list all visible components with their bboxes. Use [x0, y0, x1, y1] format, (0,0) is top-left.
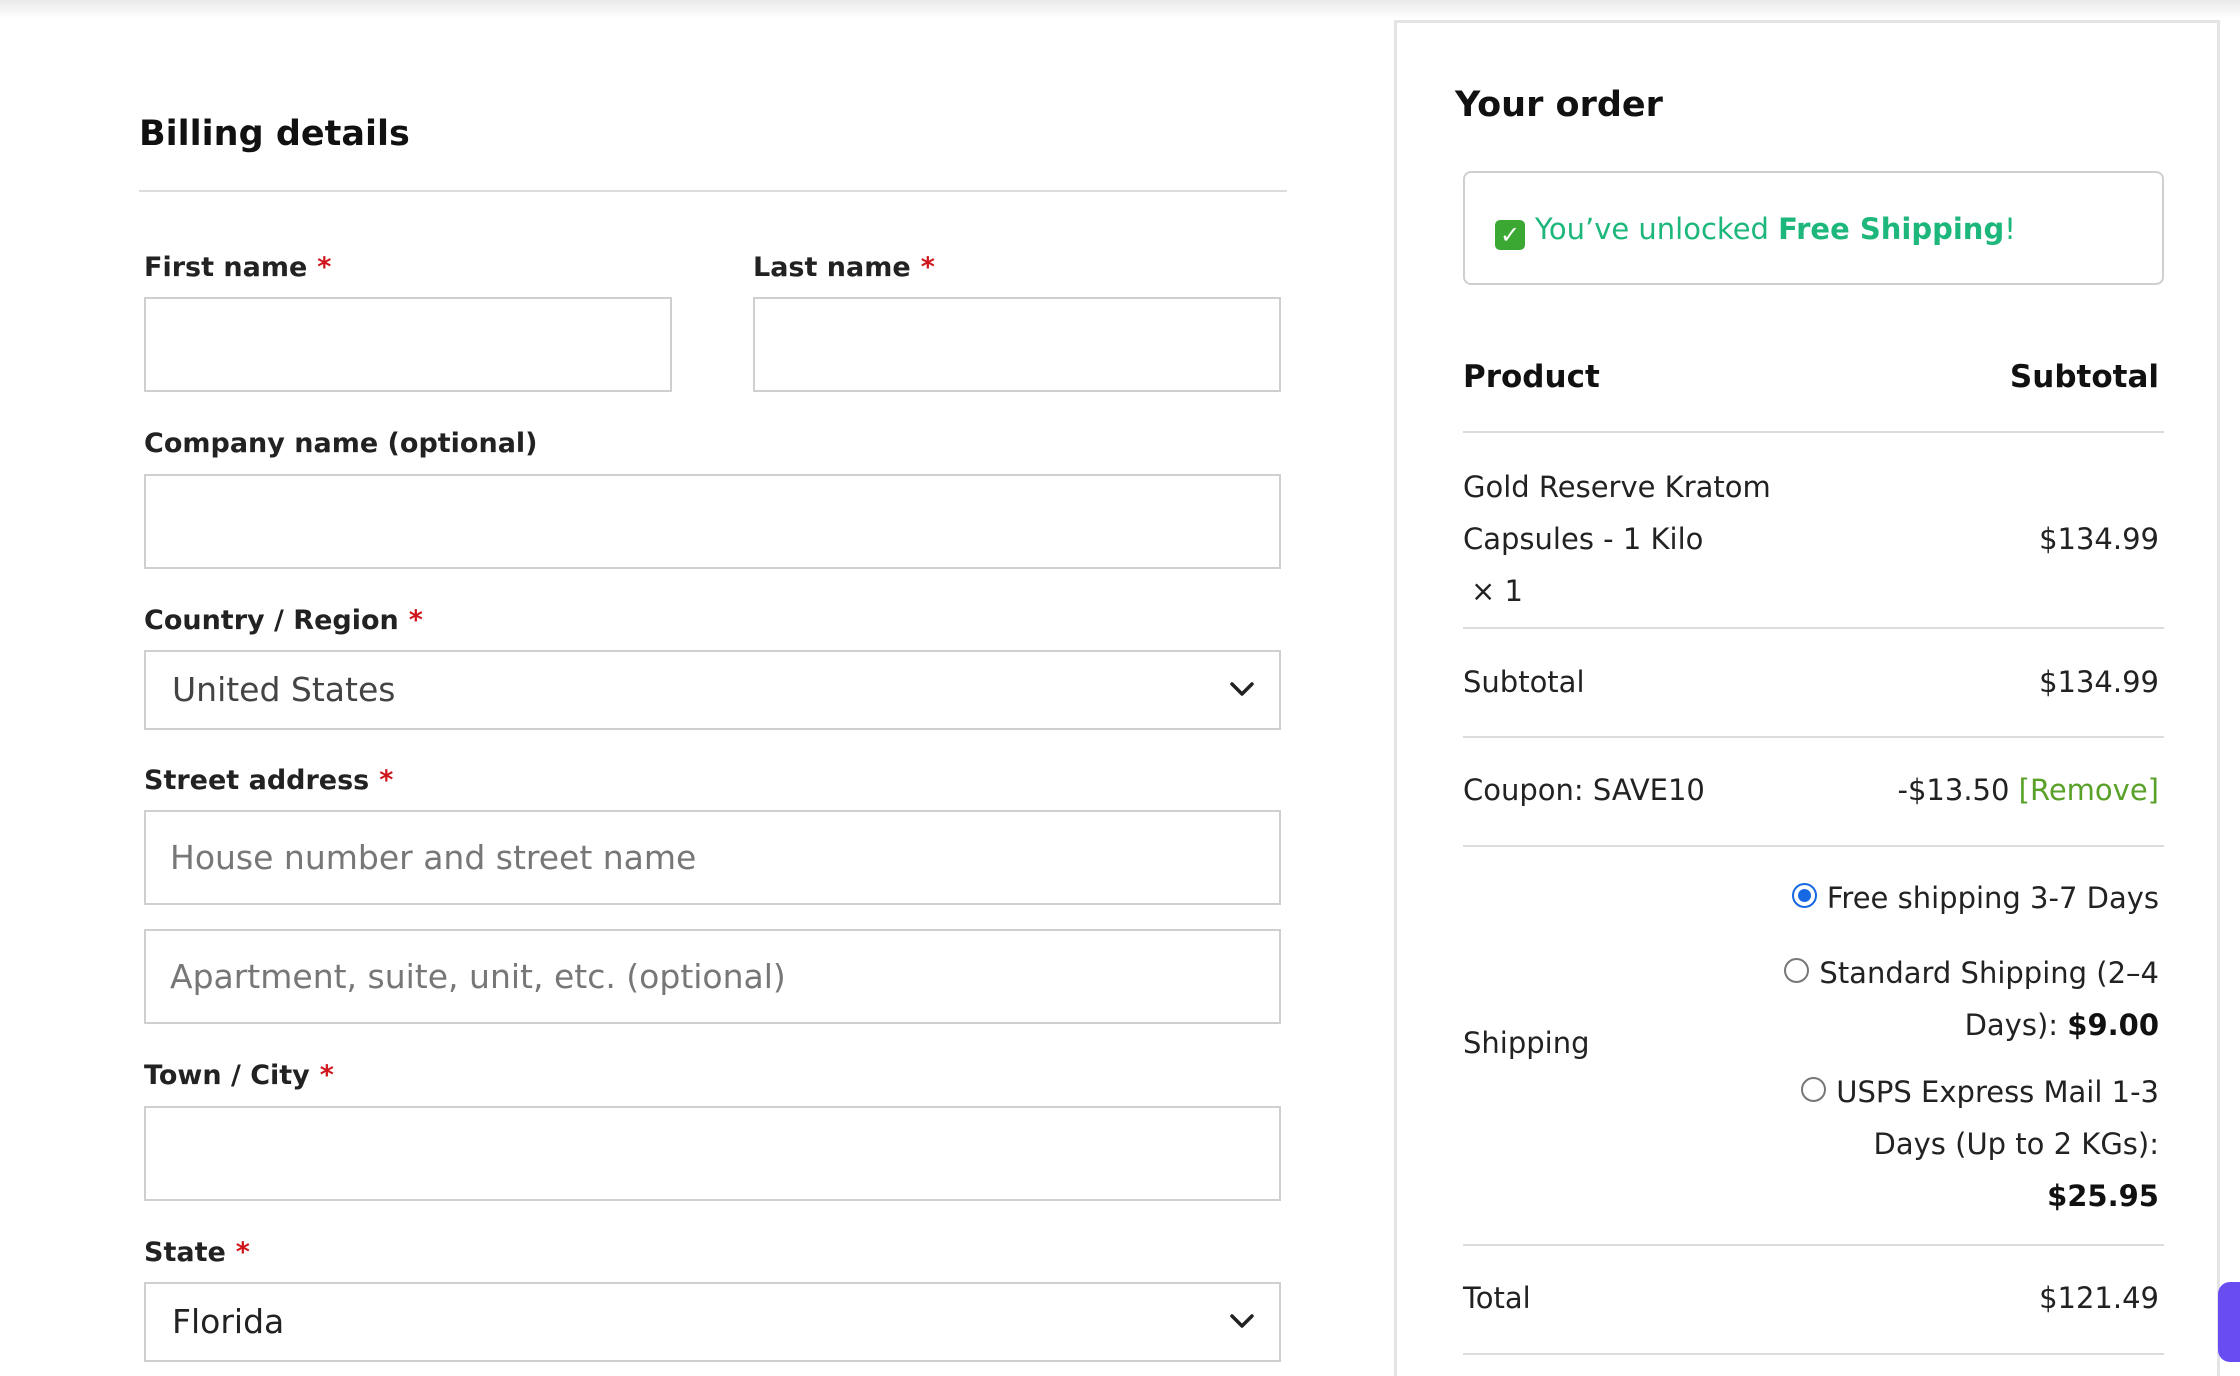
coupon-amount: -$13.50 [Remove]	[1898, 773, 2159, 807]
order-divider	[1463, 845, 2164, 847]
street-address-1-input[interactable]: House number and street name	[144, 810, 1281, 905]
street-address-1-placeholder: House number and street name	[170, 838, 697, 877]
country-select[interactable]: United States	[144, 650, 1281, 730]
billing-divider	[139, 190, 1287, 192]
state-label-text: State	[144, 1237, 226, 1268]
radio-selected-icon[interactable]	[1791, 883, 1817, 908]
required-mark: *	[319, 1060, 334, 1091]
last-name-input[interactable]	[753, 297, 1281, 392]
company-label: Company name (optional)	[144, 428, 538, 459]
country-select-value: United States	[172, 670, 396, 709]
product-column-header: Product	[1463, 359, 1600, 395]
company-input[interactable]	[144, 474, 1281, 569]
order-item-name-line2: Capsules - 1 Kilo	[1463, 522, 1704, 556]
order-divider	[1463, 1244, 2164, 1246]
state-select[interactable]: Florida	[144, 1282, 1281, 1362]
state-label: State *	[144, 1237, 250, 1268]
shipping-option-standard-price: $9.00	[2067, 1008, 2159, 1042]
billing-title: Billing details	[139, 114, 410, 154]
order-item-qty: × 1	[1471, 574, 1523, 608]
city-label: Town / City *	[144, 1060, 334, 1091]
last-name-label-text: Last name	[753, 252, 911, 283]
chevron-down-icon	[1230, 682, 1254, 696]
subtotal-column-header: Subtotal	[2009, 359, 2159, 395]
shipping-option-standard-label-2: Days):	[1964, 1008, 2068, 1042]
shipping-option-express-price: $25.95	[2047, 1179, 2159, 1213]
shipping-label: Shipping	[1463, 1026, 1590, 1060]
radio-icon[interactable]	[1801, 1077, 1827, 1102]
chat-widget-button[interactable]	[2218, 1282, 2240, 1362]
required-mark: *	[235, 1237, 250, 1268]
order-divider	[1463, 627, 2164, 629]
shipping-option-standard-label: Standard Shipping (2–4	[1819, 956, 2159, 990]
shipping-option-express-label: USPS Express Mail 1-3	[1836, 1075, 2159, 1109]
free-shipping-notice-text: ✓ You’ve unlocked Free Shipping!	[1495, 173, 2016, 285]
shipping-option-express[interactable]: USPS Express Mail 1-3 Days (Up to 2 KGs)…	[1801, 1066, 2159, 1222]
city-input[interactable]	[144, 1106, 1281, 1201]
notice-highlight: Free Shipping	[1778, 212, 2005, 246]
country-label-text: Country / Region	[144, 605, 399, 636]
state-select-value: Florida	[172, 1302, 285, 1341]
first-name-input[interactable]	[144, 297, 672, 392]
radio-icon[interactable]	[1784, 958, 1810, 983]
notice-prefix: You’ve unlocked	[1535, 212, 1779, 246]
shipping-option-free[interactable]: Free shipping 3-7 Days	[1791, 881, 2159, 915]
total-value: $121.49	[2039, 1281, 2159, 1315]
first-name-label-text: First name	[144, 252, 308, 283]
street-label-text: Street address	[144, 765, 370, 796]
required-mark: *	[920, 252, 935, 283]
order-title: Your order	[1455, 85, 1663, 125]
order-panel: Your order ✓ You’ve unlocked Free Shippin…	[1394, 20, 2220, 1376]
chevron-down-icon	[1230, 1314, 1254, 1328]
order-divider	[1463, 431, 2164, 433]
shipping-option-express-label-2: Days (Up to 2 KGs):	[1873, 1127, 2159, 1161]
coupon-value: -$13.50	[1897, 773, 2010, 807]
check-icon: ✓	[1495, 220, 1525, 250]
shipping-option-standard[interactable]: Standard Shipping (2–4 Days): $9.00	[1784, 947, 2159, 1051]
remove-coupon-link[interactable]: [Remove]	[2019, 773, 2159, 807]
order-divider	[1463, 736, 2164, 738]
order-item-name-line1: Gold Reserve Kratom	[1463, 470, 1771, 504]
city-label-text: Town / City	[144, 1060, 310, 1091]
required-mark: *	[408, 605, 423, 636]
street-label: Street address *	[144, 765, 393, 796]
first-name-label: First name *	[144, 252, 331, 283]
required-mark: *	[379, 765, 394, 796]
street-address-2-input[interactable]: Apartment, suite, unit, etc. (optional)	[144, 929, 1281, 1024]
last-name-label: Last name *	[753, 252, 935, 283]
country-label: Country / Region *	[144, 605, 423, 636]
shipping-option-free-label: Free shipping 3-7 Days	[1826, 881, 2159, 915]
required-mark: *	[317, 252, 332, 283]
subtotal-value: $134.99	[2039, 665, 2159, 699]
coupon-label: Coupon: SAVE10	[1463, 773, 1705, 807]
billing-section: Billing details First name * Last name * C…	[0, 0, 1380, 1376]
notice-suffix: !	[2004, 212, 2016, 246]
subtotal-label: Subtotal	[1463, 665, 1585, 699]
free-shipping-notice: ✓ You’ve unlocked Free Shipping!	[1463, 171, 2164, 285]
total-label: Total	[1463, 1281, 1531, 1315]
order-divider	[1463, 1353, 2164, 1355]
street-address-2-placeholder: Apartment, suite, unit, etc. (optional)	[170, 957, 786, 996]
order-item-name: Gold Reserve Kratom Capsules - 1 Kilo × …	[1463, 461, 1771, 617]
order-item-price: $134.99	[2039, 522, 2159, 556]
